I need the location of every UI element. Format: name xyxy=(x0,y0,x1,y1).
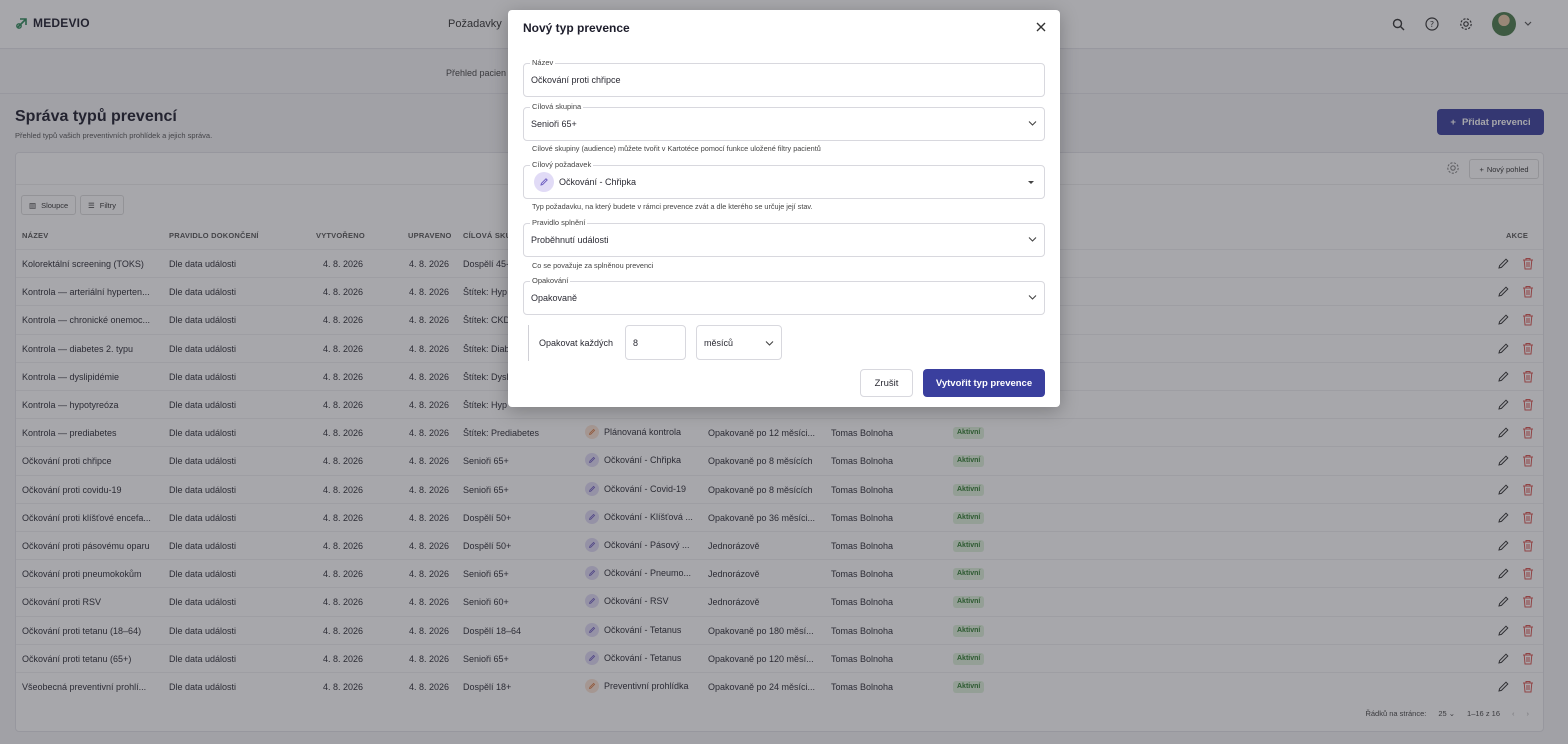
target-request-label: Cílový požadavek xyxy=(530,160,594,169)
completion-rule-label: Pravidlo splnění xyxy=(530,218,588,227)
repeat-every-input[interactable]: 8 xyxy=(625,325,686,360)
repeat-every-group xyxy=(528,325,529,361)
pen-icon xyxy=(534,172,554,192)
close-icon[interactable] xyxy=(1034,20,1048,34)
repeat-every-label: Opakovat každých xyxy=(539,338,614,348)
create-prevention-type-button[interactable]: Vytvořit typ prevence xyxy=(923,369,1045,397)
name-label: Název xyxy=(530,58,556,67)
chevron-down-icon xyxy=(1028,121,1037,126)
name-value: Očkování proti chřipce xyxy=(531,75,621,85)
repeat-unit-select[interactable]: měsíců xyxy=(696,325,782,360)
modal-title: Nový typ prevence xyxy=(523,21,630,35)
new-prevention-modal: Nový typ prevence Název Očkování proti c… xyxy=(508,10,1060,407)
audience-hint: Cílové skupiny (audience) můžete tvořit … xyxy=(532,144,821,153)
target-request-select[interactable]: Cílový požadavek Očkování - Chřipka xyxy=(523,160,1045,199)
audience-label: Cílová skupina xyxy=(530,102,584,111)
audience-value: Senioři 65+ xyxy=(531,119,577,129)
repeat-unit-value: měsíců xyxy=(704,338,734,348)
chevron-down-icon xyxy=(1028,237,1037,242)
target-request-hint: Typ požadavku, na který budete v rámci p… xyxy=(532,202,813,211)
chevron-down-icon xyxy=(765,341,774,346)
repetition-label: Opakování xyxy=(530,276,571,285)
completion-rule-hint: Co se považuje za splněnou prevenci xyxy=(532,261,654,270)
chevron-down-icon xyxy=(1028,295,1037,300)
repetition-select[interactable]: Opakování Opakovaně xyxy=(523,276,1045,315)
completion-rule-select[interactable]: Pravidlo splnění Proběhnutí události xyxy=(523,218,1045,257)
completion-rule-value: Proběhnutí události xyxy=(531,235,609,245)
target-request-value: Očkování - Chřipka xyxy=(559,177,637,187)
name-field[interactable]: Název Očkování proti chřipce xyxy=(523,58,1045,97)
audience-select[interactable]: Cílová skupina Senioři 65+ xyxy=(523,102,1045,141)
repetition-value: Opakovaně xyxy=(531,293,578,303)
caret-down-icon xyxy=(1028,181,1034,184)
cancel-button[interactable]: Zrušit xyxy=(860,369,913,397)
repeat-every-value: 8 xyxy=(633,338,639,348)
